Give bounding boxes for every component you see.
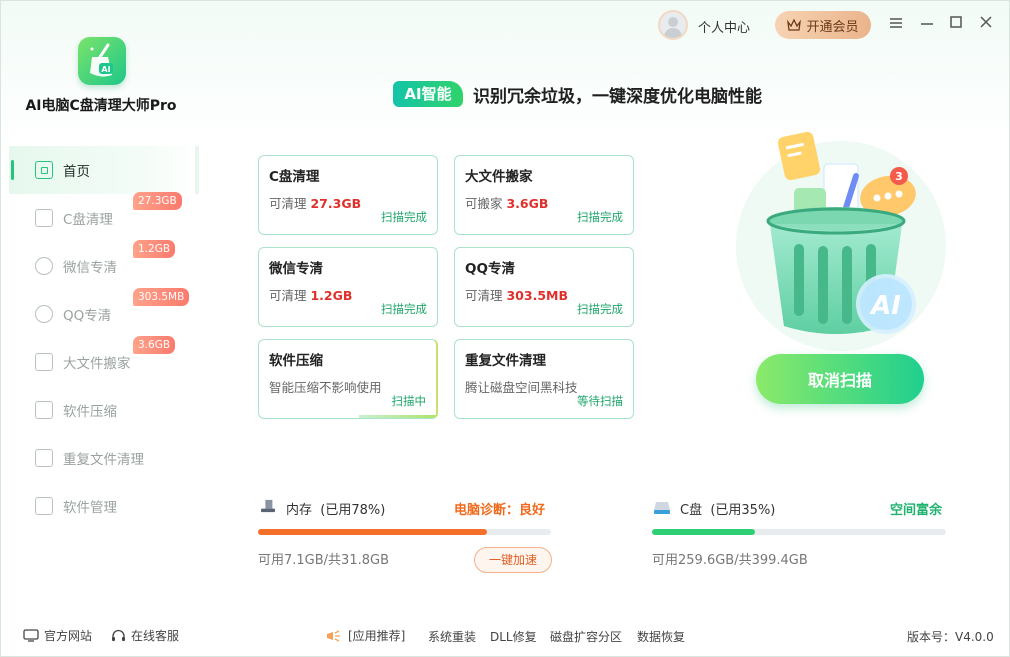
- link-data-recovery[interactable]: 数据恢复: [637, 628, 685, 645]
- card-duplicate-clean[interactable]: 重复文件清理 腾让磁盘空间黑科技 等待扫描: [454, 339, 634, 419]
- card-title: C盘清理: [269, 169, 320, 185]
- headset-icon: [112, 629, 125, 641]
- disk-usage-bar: [652, 529, 946, 535]
- home-icon: [35, 161, 53, 179]
- sidebar-item-software-manage[interactable]: 软件管理: [9, 482, 199, 530]
- sidebar-item-software-compress[interactable]: 软件压缩: [9, 386, 199, 434]
- menu-icon[interactable]: [887, 15, 905, 33]
- card-title: QQ专清: [465, 261, 515, 277]
- avatar[interactable]: [658, 10, 688, 40]
- size-badge: 1.2GB: [133, 240, 176, 258]
- memory-footnote: 可用7.1GB/共31.8GB: [258, 553, 389, 568]
- scan-progress-bar: [359, 415, 436, 418]
- size-badge: 3.6GB: [133, 336, 176, 354]
- disk-footnote: 可用259.6GB/共399.4GB: [652, 553, 808, 568]
- svg-text:AI: AI: [101, 65, 110, 74]
- compress-icon: [35, 401, 53, 419]
- sidebar-item-label: 首页: [63, 164, 90, 180]
- sidebar-item-label: 软件压缩: [63, 404, 117, 420]
- vip-label: 开通会员: [806, 19, 859, 35]
- card-title: 大文件搬家: [465, 169, 533, 185]
- app-title: AI电脑C盘清理大师Pro: [25, 98, 177, 114]
- card-title: 微信专清: [269, 261, 323, 277]
- memory-icon: [261, 499, 275, 513]
- crown-icon: [787, 19, 802, 31]
- card-status: 扫描完成: [381, 302, 427, 316]
- disk-label: C盘 (已用35%): [680, 503, 776, 518]
- online-service-link[interactable]: 在线客服: [111, 627, 179, 644]
- sidebar: AI AI电脑C盘清理大师Pro 首页 C盘清理 27.3GB 微信专清 1.2…: [1, 1, 201, 611]
- apps-grid-icon: [35, 497, 53, 515]
- card-status: 扫描完成: [577, 302, 623, 316]
- version-label: 版本号：V4.0.0: [907, 630, 994, 644]
- footer: 官方网站 在线客服 [应用推荐] 系统重装 DLL修复 磁盘扩容分区 数据恢复 …: [1, 611, 1009, 656]
- disk-icon: [654, 502, 670, 514]
- sidebar-item-qq-clean[interactable]: QQ专清 303.5MB: [9, 288, 199, 338]
- cancel-scan-button[interactable]: 取消扫描: [756, 354, 924, 404]
- vip-button[interactable]: 开通会员: [775, 11, 871, 39]
- sidebar-item-label: 重复文件清理: [63, 452, 144, 468]
- wechat-icon: [35, 257, 53, 275]
- maximize-icon[interactable]: [947, 15, 965, 33]
- card-status: 扫描完成: [577, 210, 623, 224]
- minimize-icon[interactable]: [918, 15, 936, 33]
- trash-can-illustration: 3 AI: [736, 131, 946, 351]
- badge-count: 3: [895, 170, 903, 183]
- ai-text: AI: [869, 291, 901, 321]
- close-icon[interactable]: [977, 15, 995, 33]
- memory-usage-fill: [258, 529, 487, 535]
- slogan: 识别冗余垃圾，一键深度优化电脑性能: [473, 87, 762, 107]
- broom-icon: [35, 209, 53, 227]
- link-system-reinstall[interactable]: 系统重装: [428, 628, 476, 645]
- link-disk-partition[interactable]: 磁盘扩容分区: [550, 628, 622, 645]
- speed-up-button[interactable]: 一键加速: [474, 547, 552, 573]
- sidebar-item-label: C盘清理: [63, 212, 113, 228]
- sidebar-item-label: 大文件搬家: [63, 356, 131, 372]
- card-value: 303.5MB: [506, 288, 568, 303]
- sidebar-item-duplicate-clean[interactable]: 重复文件清理: [9, 434, 199, 482]
- card-value: 1.2GB: [310, 288, 353, 303]
- monitor-icon: [23, 629, 39, 642]
- sidebar-item-wechat-clean[interactable]: 微信专清 1.2GB: [9, 240, 199, 290]
- sidebar-item-c-drive-clean[interactable]: C盘清理 27.3GB: [9, 192, 199, 242]
- card-status: 扫描中: [391, 394, 427, 408]
- link-dll-repair[interactable]: DLL修复: [490, 628, 537, 645]
- app-window: AI AI电脑C盘清理大师Pro 首页 C盘清理 27.3GB 微信专清 1.2…: [0, 0, 1010, 657]
- card-status: 扫描完成: [381, 210, 427, 224]
- broom-ai-icon: AI: [90, 43, 113, 77]
- sidebar-item-label: 微信专清: [63, 260, 117, 276]
- official-website-link[interactable]: 官方网站: [23, 627, 92, 644]
- size-badge: 303.5MB: [133, 288, 190, 306]
- card-value: 27.3GB: [310, 196, 362, 211]
- megaphone-icon: [327, 629, 340, 642]
- card-c-drive-clean[interactable]: C盘清理 可清理 27.3GB 扫描完成: [258, 155, 438, 235]
- duplicate-file-icon: [35, 449, 53, 467]
- card-title: 重复文件清理: [465, 353, 546, 369]
- move-file-icon: [35, 353, 53, 371]
- card-wechat-clean[interactable]: 微信专清 可清理 1.2GB 扫描完成: [258, 247, 438, 327]
- app-recommend[interactable]: [应用推荐]: [325, 627, 405, 644]
- card-value: 3.6GB: [506, 196, 549, 211]
- user-center-link[interactable]: 个人中心: [698, 17, 750, 36]
- card-large-file-move[interactable]: 大文件搬家 可搬家 3.6GB 扫描完成: [454, 155, 634, 235]
- sidebar-item-home[interactable]: 首页: [9, 146, 199, 194]
- memory-usage-bar: [258, 529, 551, 535]
- memory-label: 内存 (已用78%): [286, 503, 386, 518]
- sidebar-item-label: 软件管理: [63, 500, 117, 516]
- sidebar-item-large-file-move[interactable]: 大文件搬家 3.6GB: [9, 336, 199, 386]
- diagnosis-status: 电脑诊断：良好: [454, 503, 546, 518]
- card-qq-clean[interactable]: QQ专清 可清理 303.5MB 扫描完成: [454, 247, 634, 327]
- sidebar-nav: 首页 C盘清理 27.3GB 微信专清 1.2GB QQ专清 303.5MB 大…: [9, 146, 199, 530]
- card-status: 等待扫描: [577, 394, 623, 408]
- app-logo: AI: [78, 37, 126, 85]
- ai-tag: AI智能: [393, 81, 463, 107]
- sidebar-item-label: QQ专清: [63, 308, 112, 324]
- card-title: 软件压缩: [269, 353, 323, 369]
- qq-icon: [35, 305, 53, 323]
- disk-usage-fill: [652, 529, 755, 535]
- card-software-compress[interactable]: 软件压缩 智能压缩不影响使用 扫描中: [258, 339, 438, 419]
- size-badge: 27.3GB: [133, 192, 182, 210]
- disk-space-status: 空间富余: [890, 503, 943, 518]
